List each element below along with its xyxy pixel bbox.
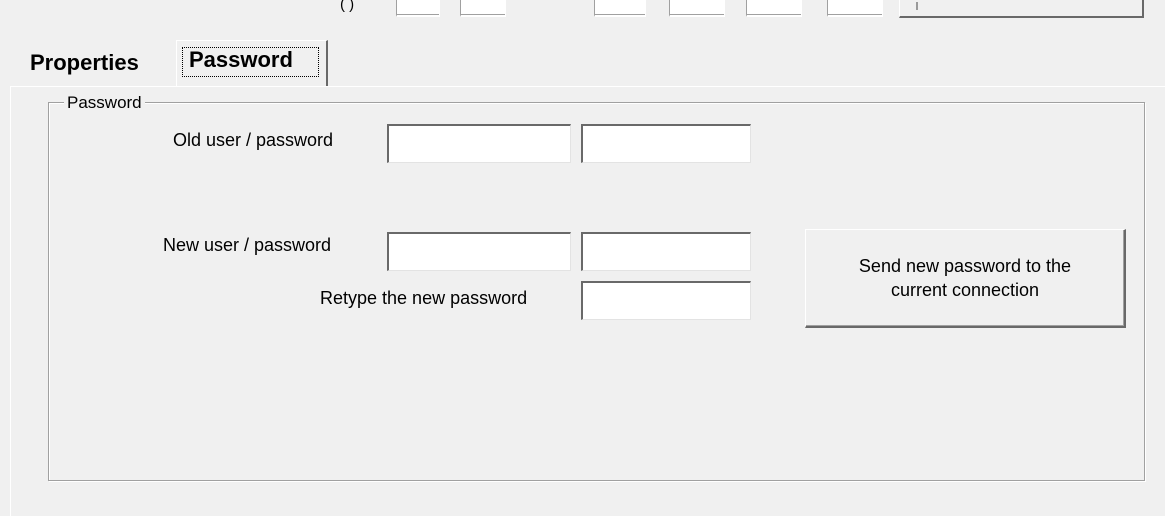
tab-password-label: Password bbox=[189, 47, 293, 72]
send-button-line2: current connection bbox=[890, 280, 1040, 300]
top-field-2[interactable] bbox=[460, 0, 506, 17]
top-button-mark bbox=[916, 2, 918, 10]
top-field-5[interactable] bbox=[746, 0, 802, 17]
top-field-3[interactable] bbox=[594, 0, 646, 17]
tab-password[interactable]: Password bbox=[176, 40, 328, 87]
retype-password-label: Retype the new password bbox=[320, 288, 528, 308]
retype-password-field[interactable] bbox=[581, 281, 751, 320]
new-user-password-label: New user / password bbox=[163, 235, 332, 255]
top-field-6[interactable] bbox=[827, 0, 883, 17]
old-user-field[interactable] bbox=[387, 124, 571, 163]
strip-paren-text: ( ) bbox=[340, 0, 355, 13]
top-button[interactable] bbox=[899, 0, 1144, 18]
tab-page-edge-right bbox=[328, 86, 1165, 87]
send-button-line1: Send new password to the bbox=[858, 256, 1072, 276]
tab-properties[interactable]: Properties bbox=[30, 51, 139, 75]
tab-page-edge bbox=[10, 86, 176, 87]
top-field-1[interactable] bbox=[396, 0, 440, 17]
old-password-field[interactable] bbox=[581, 124, 751, 163]
old-user-password-label: Old user / password bbox=[173, 130, 334, 150]
top-field-4[interactable] bbox=[669, 0, 725, 17]
password-group-legend: Password bbox=[64, 93, 145, 113]
top-toolbar-strip: ( ) bbox=[0, 0, 1165, 18]
send-new-password-button[interactable]: Send new password to the current connect… bbox=[805, 229, 1126, 328]
new-user-field[interactable] bbox=[387, 232, 571, 271]
new-password-field[interactable] bbox=[581, 232, 751, 271]
